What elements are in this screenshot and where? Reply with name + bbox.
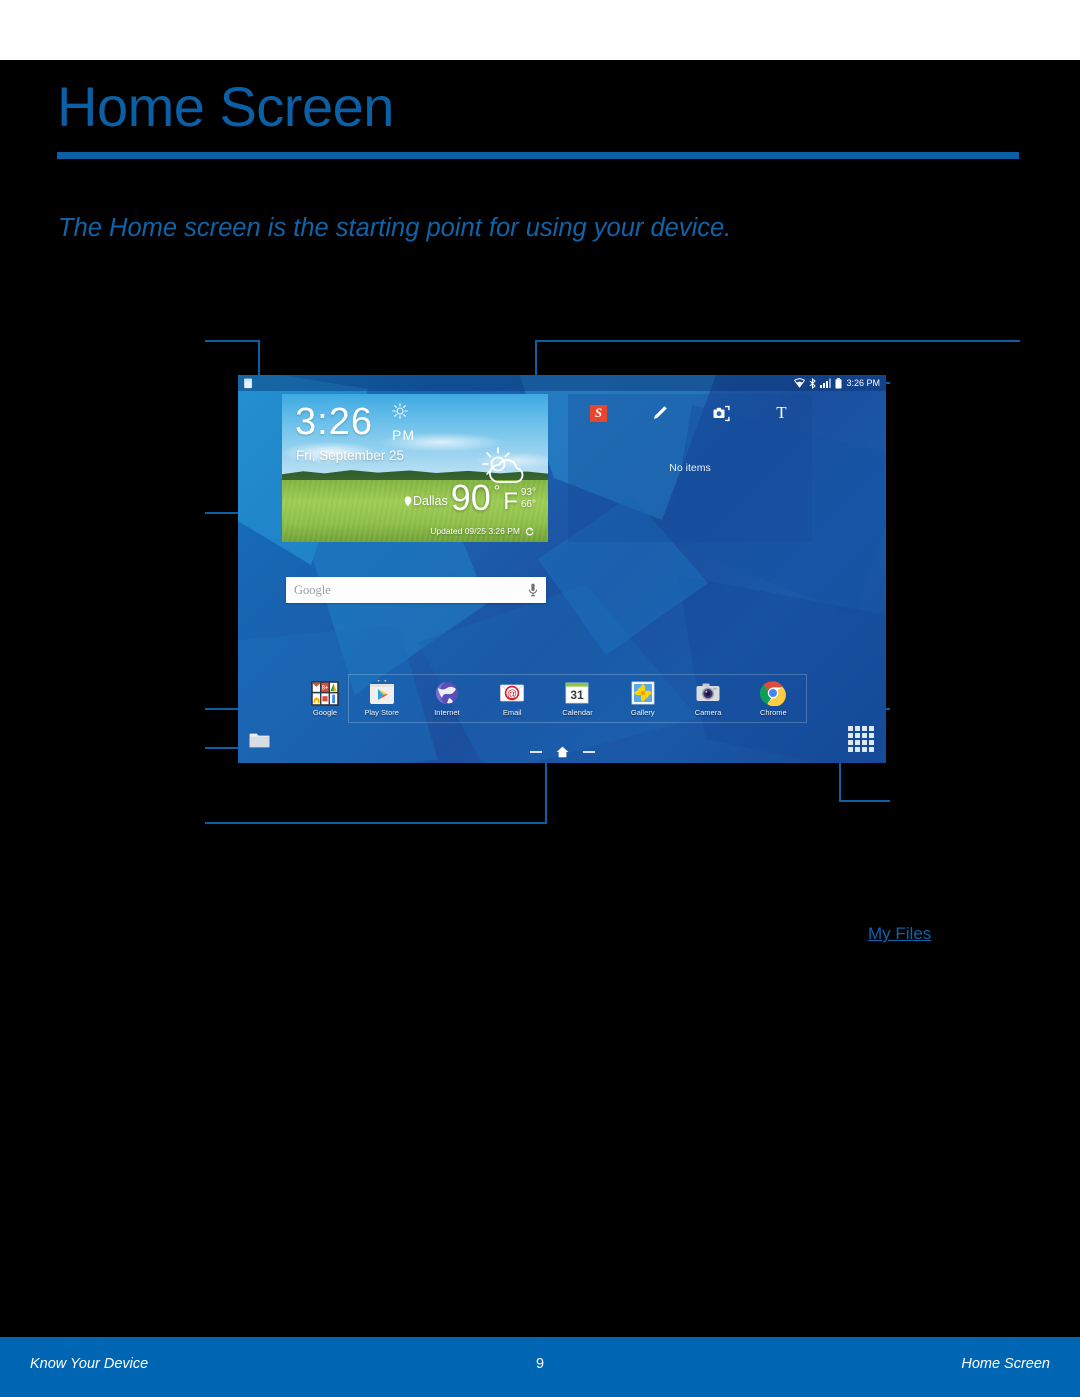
status-bar-icons: 3:26 PM xyxy=(794,376,880,390)
scrapbook-logo-icon: S xyxy=(590,404,607,422)
widget-high-temp: 93° xyxy=(520,487,536,498)
page-root: Home Screen The Home screen is the start… xyxy=(0,0,1080,1397)
bluetooth-icon xyxy=(810,377,817,389)
google-folder-icon: 8+ xyxy=(311,680,339,706)
app-label: Calendar xyxy=(562,708,593,717)
callout-line-apps-button-horizontal xyxy=(839,800,890,802)
callout-line-notification-horizontal xyxy=(205,340,260,342)
internet-globe-icon xyxy=(435,682,458,704)
widget-updated-row: Updated 09/25 3:26 PM xyxy=(430,526,534,536)
widget-clock-ampm: PM xyxy=(392,427,415,443)
google-folder-shortcut[interactable]: 8+ Google xyxy=(299,674,351,723)
nav-dash-left xyxy=(529,751,542,753)
calendar-day-number: 31 xyxy=(571,688,585,702)
status-bar-time: 3:26 PM xyxy=(846,378,880,388)
scrapbook-toolbar: S T xyxy=(568,400,812,426)
scrapbook-logo-button[interactable]: S xyxy=(568,404,629,422)
apps-tray: Play Store Internet @ Email 31 Calendar … xyxy=(348,674,807,723)
notification-icon xyxy=(244,378,252,389)
widget-low-temp: 66° xyxy=(520,498,536,510)
sun-small-icon xyxy=(392,403,408,419)
footer-topic-label: Home Screen xyxy=(961,1356,1050,1372)
svg-text:8+: 8+ xyxy=(322,685,329,691)
microphone-icon[interactable] xyxy=(528,583,538,597)
widget-location: Dallas xyxy=(404,494,448,514)
battery-icon xyxy=(835,377,842,388)
google-search-bar[interactable]: Google xyxy=(286,577,546,603)
callout-line-home-button-vertical xyxy=(545,762,547,824)
scrapbook-empty-message: No items xyxy=(669,462,711,474)
app-shortcut-calendar[interactable]: 31 Calendar xyxy=(545,680,610,717)
wifi-icon xyxy=(794,378,806,388)
chrome-icon xyxy=(760,681,787,706)
home-icon[interactable] xyxy=(556,746,569,758)
widget-degree-symbol: ° xyxy=(493,483,501,500)
app-shortcut-camera[interactable]: Camera xyxy=(675,680,740,717)
app-shortcut-chrome[interactable]: Chrome xyxy=(741,680,806,717)
widget-high-low: 93° 66° xyxy=(521,487,536,514)
nav-dash-right xyxy=(582,751,595,753)
tablet-home-screen: 3:26 PM 3:26 PM Fri, September 25 Dallas… xyxy=(238,375,886,763)
status-bar[interactable]: 3:26 PM xyxy=(238,375,886,391)
title-divider-rule xyxy=(57,152,1019,159)
page-footer: Know Your Device 9 Home Screen xyxy=(0,1337,1080,1397)
svg-text:@: @ xyxy=(507,689,517,700)
refresh-icon[interactable] xyxy=(525,526,534,536)
page-subtitle: The Home screen is the starting point fo… xyxy=(58,214,732,242)
widget-date: Fri, September 25 xyxy=(296,448,405,463)
widget-updated-text: Updated 09/25 3:26 PM xyxy=(430,526,520,536)
calendar-icon: 31 xyxy=(566,682,589,704)
widget-clock-time: 3:26 xyxy=(295,401,373,443)
app-label: Chrome xyxy=(759,708,787,717)
footer-page-number: 9 xyxy=(535,1356,545,1372)
page-title: Home Screen xyxy=(57,75,394,138)
play-store-icon xyxy=(369,680,394,704)
my-files-link[interactable]: My Files xyxy=(868,924,931,944)
widget-city-name: Dallas xyxy=(413,494,448,508)
callout-line-apps-button-vertical xyxy=(839,762,841,802)
app-label: Gallery xyxy=(630,708,655,717)
app-shortcut-play-store[interactable]: Play Store xyxy=(349,680,414,717)
weather-clock-widget[interactable]: 3:26 PM Fri, September 25 Dallas 90 ° F … xyxy=(282,394,548,542)
scrapbook-widget[interactable]: S T No items xyxy=(568,394,812,542)
widget-temperature-unit: F xyxy=(503,488,518,515)
app-label: Play Store xyxy=(364,708,399,717)
location-pin-icon xyxy=(404,495,412,506)
app-label: Camera xyxy=(694,708,722,717)
app-label: Internet xyxy=(434,708,460,717)
scrapbook-pen-button[interactable] xyxy=(629,404,690,423)
camera-capture-icon xyxy=(713,405,730,421)
google-folder-label: Google xyxy=(312,707,338,717)
signal-icon xyxy=(820,378,832,388)
email-at-icon: @ xyxy=(500,684,525,702)
app-shortcut-gallery[interactable]: Gallery xyxy=(610,680,675,717)
callout-line-home-button-horizontal xyxy=(205,822,547,824)
gallery-flower-icon xyxy=(631,681,655,705)
camera-icon xyxy=(696,683,720,701)
navigation-bar xyxy=(238,741,886,763)
widget-temperature-row: Dallas 90 ° F 93° 66° xyxy=(404,477,536,519)
app-shortcut-email[interactable]: @ Email xyxy=(480,680,545,717)
app-label: Email xyxy=(502,708,522,717)
scrapbook-camera-button[interactable] xyxy=(690,405,751,422)
widget-temperature: 90 xyxy=(450,477,491,519)
callout-line-scrapbook-horizontal xyxy=(535,340,1020,342)
scrapbook-text-button[interactable]: T xyxy=(751,403,812,423)
search-placeholder: Google xyxy=(294,582,331,597)
text-tool-icon: T xyxy=(776,403,787,422)
pen-icon xyxy=(654,405,667,419)
app-shortcut-internet[interactable]: Internet xyxy=(414,680,479,717)
